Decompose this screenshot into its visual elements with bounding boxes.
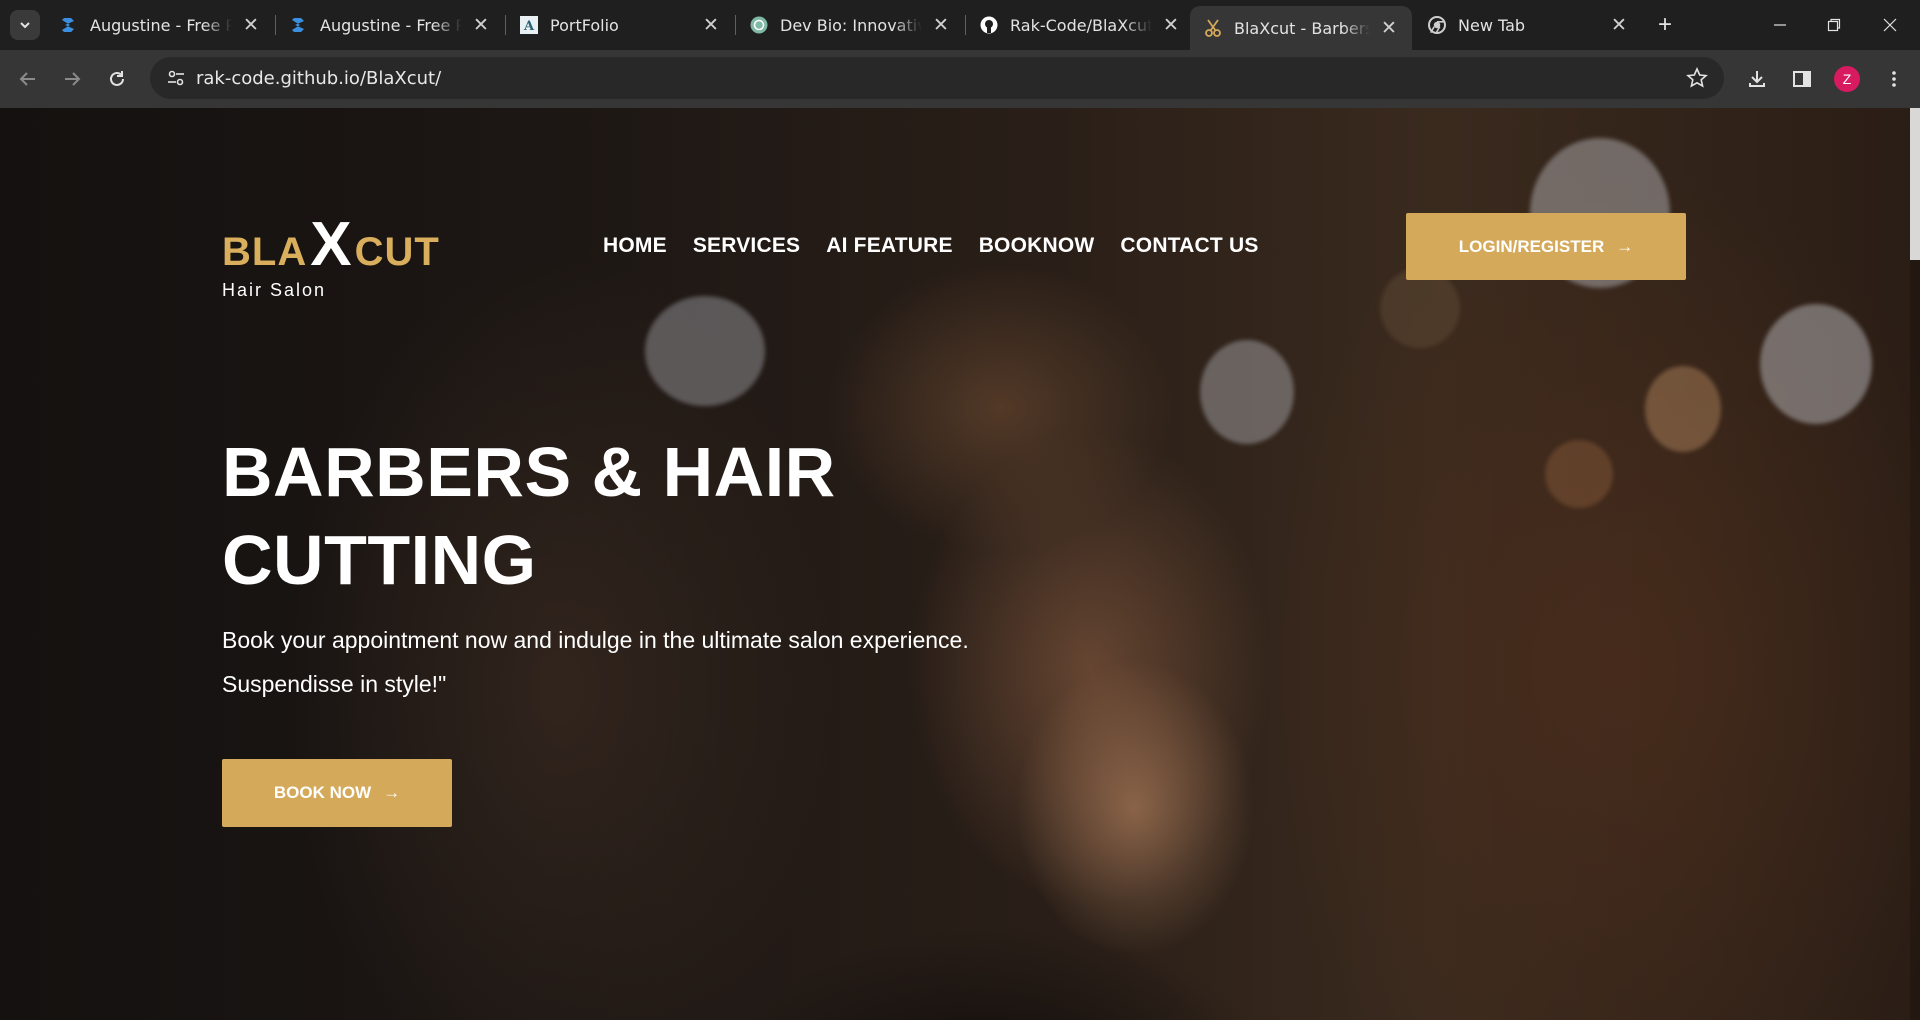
login-register-label: LOGIN/REGISTER [1458, 236, 1605, 256]
hero-title-line1: BARBERS & HAIR [222, 433, 836, 511]
new-tab-button[interactable]: + [1652, 11, 1678, 38]
star-icon [1686, 67, 1708, 88]
minimize-icon [1774, 24, 1786, 26]
chevron-down-icon [20, 22, 30, 29]
hero-title: BARBERS & HAIR CUTTING [222, 428, 1022, 604]
tab-title: Rak-Code/BlaXcut [1010, 15, 1152, 35]
nav-ai-feature[interactable]: AI FEATURE [826, 234, 952, 258]
tab-strip: Augustine - Free Personal Portfolio ✕ Au… [0, 0, 1920, 50]
logo-x: X [310, 210, 352, 279]
browser-tab[interactable]: A PortFolio ✕ [506, 6, 734, 44]
tab-search-button[interactable] [10, 10, 40, 40]
openai-icon [750, 16, 768, 34]
tab-title: Augustine - Free Personal Portfolio [90, 15, 232, 35]
tune-icon [168, 70, 184, 86]
logo-prefix: BLA [222, 230, 308, 274]
blue-s-icon [290, 16, 308, 34]
hero-description: Book your appointment now and indulge in… [222, 618, 1062, 706]
reload-button[interactable] [101, 63, 133, 95]
download-icon [1749, 71, 1765, 87]
nav-home[interactable]: HOME [603, 234, 667, 258]
close-window-button[interactable] [1862, 0, 1918, 50]
hero-text-line1: Book your appointment now and indulge in… [222, 627, 969, 653]
book-now-button[interactable]: BOOK NOW → [222, 759, 452, 827]
side-panel-button[interactable] [1786, 63, 1818, 95]
login-register-button[interactable]: LOGIN/REGISTER → [1406, 213, 1686, 280]
bokeh-light [645, 296, 765, 406]
minimize-button[interactable] [1752, 0, 1808, 50]
url-text[interactable]: rak-code.github.io/BlaXcut/ [196, 68, 441, 89]
browser-toolbar: rak-code.github.io/BlaXcut/ Z [0, 50, 1920, 108]
bokeh-light [1645, 366, 1721, 452]
book-now-label: BOOK NOW [273, 783, 372, 802]
tab-title: New Tab [1458, 15, 1526, 35]
browser-tab[interactable]: Augustine - Free Personal Portfolio ✕ [46, 6, 274, 44]
nav-services[interactable]: SERVICES [693, 234, 800, 258]
close-icon[interactable]: ✕ [1158, 12, 1184, 38]
close-icon[interactable]: ✕ [238, 12, 264, 38]
bokeh-light [1380, 268, 1460, 348]
close-icon[interactable]: ✕ [468, 12, 494, 38]
blue-s-icon [60, 16, 78, 34]
site-info-button[interactable] [164, 66, 188, 90]
page-scrollbar[interactable] [1910, 108, 1920, 1020]
github-icon [980, 16, 998, 34]
forward-arrow-icon [65, 72, 81, 86]
tab-title: BlaXcut - Barbers & Hair Salon [1234, 18, 1370, 38]
close-icon[interactable]: ✕ [928, 12, 954, 38]
back-arrow-icon [19, 72, 35, 86]
svg-text:A: A [523, 19, 535, 34]
bokeh-light [1545, 440, 1613, 508]
bokeh-light [1200, 340, 1294, 444]
restore-icon [1827, 18, 1841, 32]
nav-contact-us[interactable]: CONTACT US [1120, 234, 1258, 258]
reload-icon [110, 71, 124, 86]
browser-tab-active[interactable]: BlaXcut - Barbers & Hair Salon ✕ [1190, 6, 1412, 50]
site-logo[interactable]: BLA X CUT Hair Salon [222, 210, 440, 301]
chrome-icon [1428, 16, 1446, 34]
logo-suffix: CUT [354, 230, 440, 274]
side-panel-icon [1793, 71, 1811, 87]
nav-booknow[interactable]: BOOKNOW [979, 234, 1095, 258]
arrow-right-icon: → [1616, 236, 1634, 256]
profile-avatar[interactable]: Z [1834, 66, 1860, 92]
close-icon[interactable]: ✕ [698, 12, 724, 38]
menu-button[interactable] [1878, 63, 1910, 95]
bookmark-button[interactable] [1684, 65, 1710, 91]
browser-tab[interactable]: Dev Bio: Innovative Solutions ✕ [736, 6, 964, 44]
plus-icon: + [1657, 11, 1672, 38]
forward-button[interactable] [56, 63, 88, 95]
back-button[interactable] [12, 63, 44, 95]
hero-text-line2: Suspendisse in style!" [222, 671, 447, 697]
close-icon[interactable]: ✕ [1376, 15, 1402, 41]
scrollbar-thumb[interactable] [1910, 108, 1920, 260]
site-nav: HOME SERVICES AI FEATURE BOOKNOW CONTACT… [603, 234, 1259, 258]
scissors-icon [1204, 19, 1222, 37]
browser-tab[interactable]: Rak-Code/BlaXcut ✕ [966, 6, 1194, 44]
logo-subtitle: Hair Salon [222, 280, 327, 300]
page-viewport: BLA X CUT Hair Salon HOME SERVICES AI FEAT… [0, 108, 1920, 1020]
browser-tab[interactable]: New Tab ✕ [1414, 6, 1642, 44]
logo-wordmark: BLA X CUT [222, 210, 440, 276]
tab-title: PortFolio [550, 15, 619, 35]
tab-title: Dev Bio: Innovative Solutions [780, 15, 922, 35]
tab-title: Augustine - Free Personal Portfolio [320, 15, 462, 35]
close-icon[interactable]: ✕ [1606, 12, 1632, 38]
restore-button[interactable] [1806, 0, 1862, 50]
more-vert-icon [1892, 71, 1896, 87]
bokeh-light [1760, 304, 1872, 424]
browser-tab[interactable]: Augustine - Free Personal Portfolio ✕ [276, 6, 504, 44]
downloads-button[interactable] [1741, 63, 1773, 95]
close-window-icon [1883, 18, 1897, 32]
address-bar[interactable]: rak-code.github.io/BlaXcut/ [150, 57, 1724, 99]
hero-title-line2: CUTTING [222, 521, 537, 599]
arrow-right-icon: → [383, 783, 401, 802]
letter-a-icon: A [520, 16, 538, 34]
